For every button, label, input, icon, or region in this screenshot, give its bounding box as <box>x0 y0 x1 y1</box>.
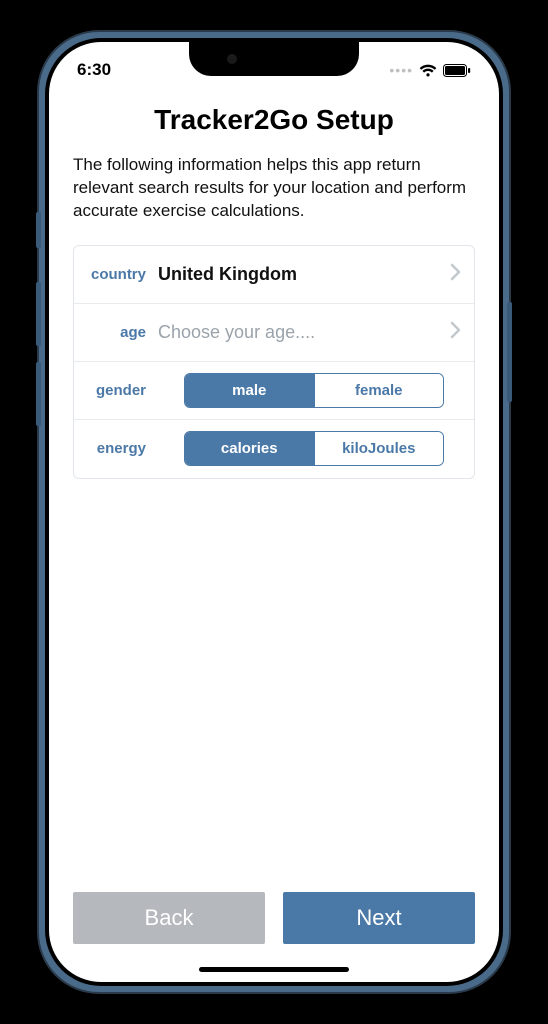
page-title: Tracker2Go Setup <box>73 104 475 136</box>
energy-label: energy <box>86 440 158 457</box>
gender-segment: male female <box>184 373 444 408</box>
setup-form: country United Kingdom age Choose your a… <box>73 245 475 479</box>
battery-icon <box>443 64 471 77</box>
gender-male-button[interactable]: male <box>185 374 314 407</box>
power-button <box>507 302 512 402</box>
gender-row: gender male female <box>74 362 474 420</box>
wifi-icon <box>419 64 437 77</box>
mute-switch <box>36 212 41 248</box>
energy-calories-button[interactable]: calories <box>185 432 314 465</box>
next-button[interactable]: Next <box>283 892 475 944</box>
age-label: age <box>86 324 158 341</box>
back-button[interactable]: Back <box>73 892 265 944</box>
gender-label: gender <box>86 382 158 399</box>
chevron-right-icon <box>450 261 462 287</box>
volume-down <box>36 362 41 426</box>
phone-frame: 6:30 •••• Tracker2Go Setup The following… <box>39 32 509 992</box>
gender-female-button[interactable]: female <box>314 374 444 407</box>
cellular-dots-icon: •••• <box>389 62 413 78</box>
status-time: 6:30 <box>77 60 111 80</box>
setup-description: The following information helps this app… <box>73 154 475 223</box>
volume-up <box>36 282 41 346</box>
status-icons: •••• <box>389 62 471 78</box>
chevron-right-icon <box>450 319 462 345</box>
country-label: country <box>86 266 158 283</box>
age-placeholder: Choose your age.... <box>158 322 450 343</box>
notch <box>189 42 359 76</box>
age-row[interactable]: age Choose your age.... <box>74 304 474 362</box>
country-row[interactable]: country United Kingdom <box>74 246 474 304</box>
country-value: United Kingdom <box>158 264 450 285</box>
energy-kilojoules-button[interactable]: kiloJoules <box>314 432 444 465</box>
energy-row: energy calories kiloJoules <box>74 420 474 478</box>
energy-segment: calories kiloJoules <box>184 431 444 466</box>
home-indicator[interactable] <box>199 967 349 972</box>
